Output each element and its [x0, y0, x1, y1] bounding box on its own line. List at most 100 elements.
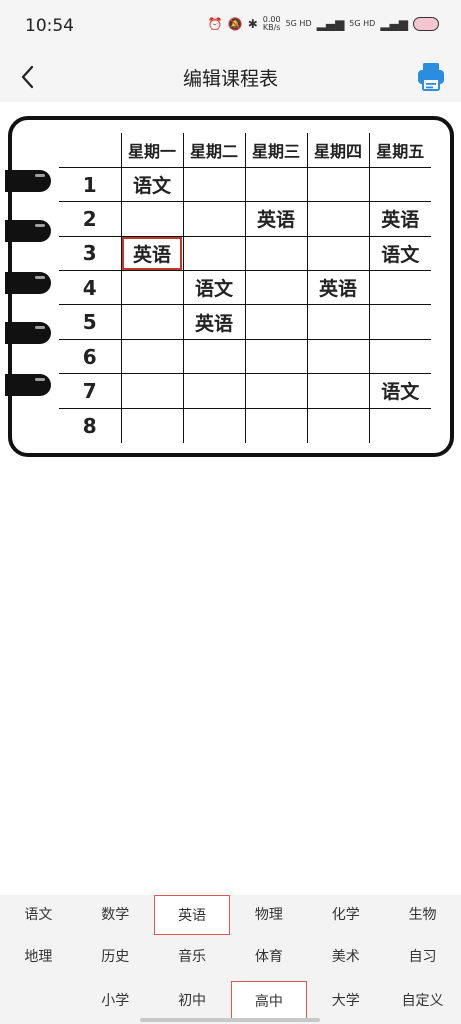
signal-icon-2: ▂▄▆	[380, 17, 408, 31]
schedule-row: 4 语文 英语	[59, 270, 431, 306]
subject-button[interactable]: 美术	[307, 937, 384, 977]
period-number: 7	[59, 373, 121, 409]
schedule-cell[interactable]: 英语	[182, 304, 245, 340]
schedule-cell[interactable]	[120, 408, 183, 443]
schedule-cell[interactable]	[120, 201, 183, 237]
schedule-row: 1 语文	[59, 167, 431, 203]
schedule-cell[interactable]: 语文	[182, 270, 245, 306]
schedule-cell[interactable]	[244, 236, 307, 272]
net-speed-unit: KB/s	[262, 23, 281, 32]
bluetooth-icon: ✱	[247, 17, 258, 31]
schedule-cell[interactable]	[182, 167, 245, 203]
alarm-icon: ⏰	[207, 17, 223, 31]
schedule-cell[interactable]	[368, 304, 431, 340]
schedule-cell[interactable]	[120, 304, 183, 340]
schedule-cell[interactable]	[368, 167, 431, 203]
schedule-cell[interactable]	[244, 167, 307, 203]
subject-button[interactable]: 体育	[231, 937, 308, 977]
schedule-cell[interactable]	[182, 236, 245, 272]
period-number: 5	[59, 304, 121, 340]
schedule-cell[interactable]	[244, 304, 307, 340]
status-bar: 10:54 ⏰ 🔕 ✱ 0.00 KB/s 5G HD ▂▄▆ 5G HD ▂▄…	[0, 0, 461, 52]
signal-icon: ▂▄▆	[316, 17, 345, 31]
subject-button[interactable]: 音乐	[154, 937, 231, 977]
period-number: 1	[59, 167, 121, 203]
schedule-cell[interactable]: 英语	[368, 201, 431, 237]
level-button[interactable]: 自定义	[384, 981, 461, 1021]
level-row: 小学 初中 高中 大学 自定义	[0, 981, 461, 1021]
day-header-row: 星期一 星期二 星期三 星期四 星期五	[59, 133, 431, 168]
schedule-cell[interactable]: 英语	[244, 201, 307, 237]
signal-5g-1: 5G HD	[285, 19, 312, 28]
schedule-cell[interactable]	[306, 408, 369, 443]
battery-icon	[413, 17, 439, 31]
schedule-cell[interactable]	[244, 270, 307, 306]
schedule-cell[interactable]	[306, 339, 369, 375]
schedule-cell[interactable]	[244, 373, 307, 409]
notebook-ring	[5, 220, 51, 242]
notebook-ring	[5, 374, 51, 396]
status-time: 10:54	[25, 16, 74, 36]
schedule-row: 3 英语 语文	[59, 236, 431, 272]
schedule-cell[interactable]: 英语	[306, 270, 369, 306]
printer-icon	[418, 63, 444, 91]
day-header: 星期三	[244, 133, 307, 168]
schedule-cell[interactable]	[368, 270, 431, 306]
schedule-cell[interactable]	[182, 373, 245, 409]
schedule-cell[interactable]	[368, 408, 431, 443]
notebook-ring	[5, 170, 51, 192]
notebook-ring	[5, 322, 51, 344]
schedule-cell[interactable]	[120, 373, 183, 409]
schedule-cell[interactable]	[306, 167, 369, 203]
schedule-cell[interactable]	[368, 339, 431, 375]
subject-button[interactable]: 数学	[77, 895, 154, 935]
schedule-table: 星期一 星期二 星期三 星期四 星期五 1 语文 2 英语 英语 3 英语 语文 4 语文 英语 5 英…	[59, 133, 431, 443]
period-number: 4	[59, 270, 121, 306]
level-button[interactable]: 初中	[154, 981, 231, 1021]
period-number: 3	[59, 236, 121, 272]
mute-icon: 🔕	[227, 17, 243, 31]
schedule-cell[interactable]	[306, 373, 369, 409]
subject-button[interactable]: 自习	[384, 937, 461, 977]
subject-button[interactable]: 地理	[0, 937, 77, 977]
subject-button[interactable]: 历史	[77, 937, 154, 977]
level-button[interactable]: 大学	[307, 981, 384, 1021]
schedule-cell[interactable]	[120, 270, 183, 306]
schedule-row: 7 语文	[59, 373, 431, 409]
schedule-cell[interactable]	[244, 408, 307, 443]
day-header: 星期五	[368, 133, 431, 168]
schedule-cell[interactable]	[306, 304, 369, 340]
level-button[interactable]: 小学	[77, 981, 154, 1021]
schedule-cell[interactable]	[182, 408, 245, 443]
schedule-cell[interactable]: 语文	[368, 373, 431, 409]
print-button[interactable]	[415, 60, 447, 94]
signal-5g-2: 5G HD	[349, 19, 376, 28]
schedule-cell[interactable]: 语文	[120, 167, 183, 203]
subject-row: 语文 数学 英语 物理 化学 生物	[0, 895, 461, 935]
schedule-row: 5 英语	[59, 304, 431, 340]
schedule-cell[interactable]	[306, 236, 369, 272]
home-indicator	[140, 1018, 320, 1022]
schedule-row: 6	[59, 339, 431, 375]
subject-button[interactable]: 化学	[307, 895, 384, 935]
schedule-cell[interactable]	[244, 339, 307, 375]
period-number: 6	[59, 339, 121, 375]
schedule-cell[interactable]: 英语	[120, 236, 183, 272]
period-number: 8	[82, 413, 97, 438]
subject-button[interactable]: 语文	[0, 895, 77, 935]
subject-button[interactable]: 英语	[153, 895, 231, 935]
schedule-cell[interactable]	[306, 201, 369, 237]
subject-picker: 语文 数学 英语 物理 化学 生物 地理 历史 音乐 体育 美术 自习 小学 初中 高中 大学 自定义	[0, 895, 461, 1024]
period-number: 2	[59, 201, 121, 237]
corner-cell	[59, 133, 121, 168]
schedule-cell[interactable]: 语文	[368, 236, 431, 272]
schedule-cell[interactable]	[182, 201, 245, 237]
subject-button[interactable]: 生物	[384, 895, 461, 935]
notebook-ring	[5, 272, 51, 294]
schedule-cell[interactable]	[182, 339, 245, 375]
level-button[interactable]: 高中	[230, 981, 308, 1021]
schedule-row: 8	[59, 408, 431, 443]
subject-button[interactable]: 物理	[231, 895, 308, 935]
schedule-cell[interactable]	[120, 339, 183, 375]
schedule-row: 2 英语 英语	[59, 201, 431, 237]
